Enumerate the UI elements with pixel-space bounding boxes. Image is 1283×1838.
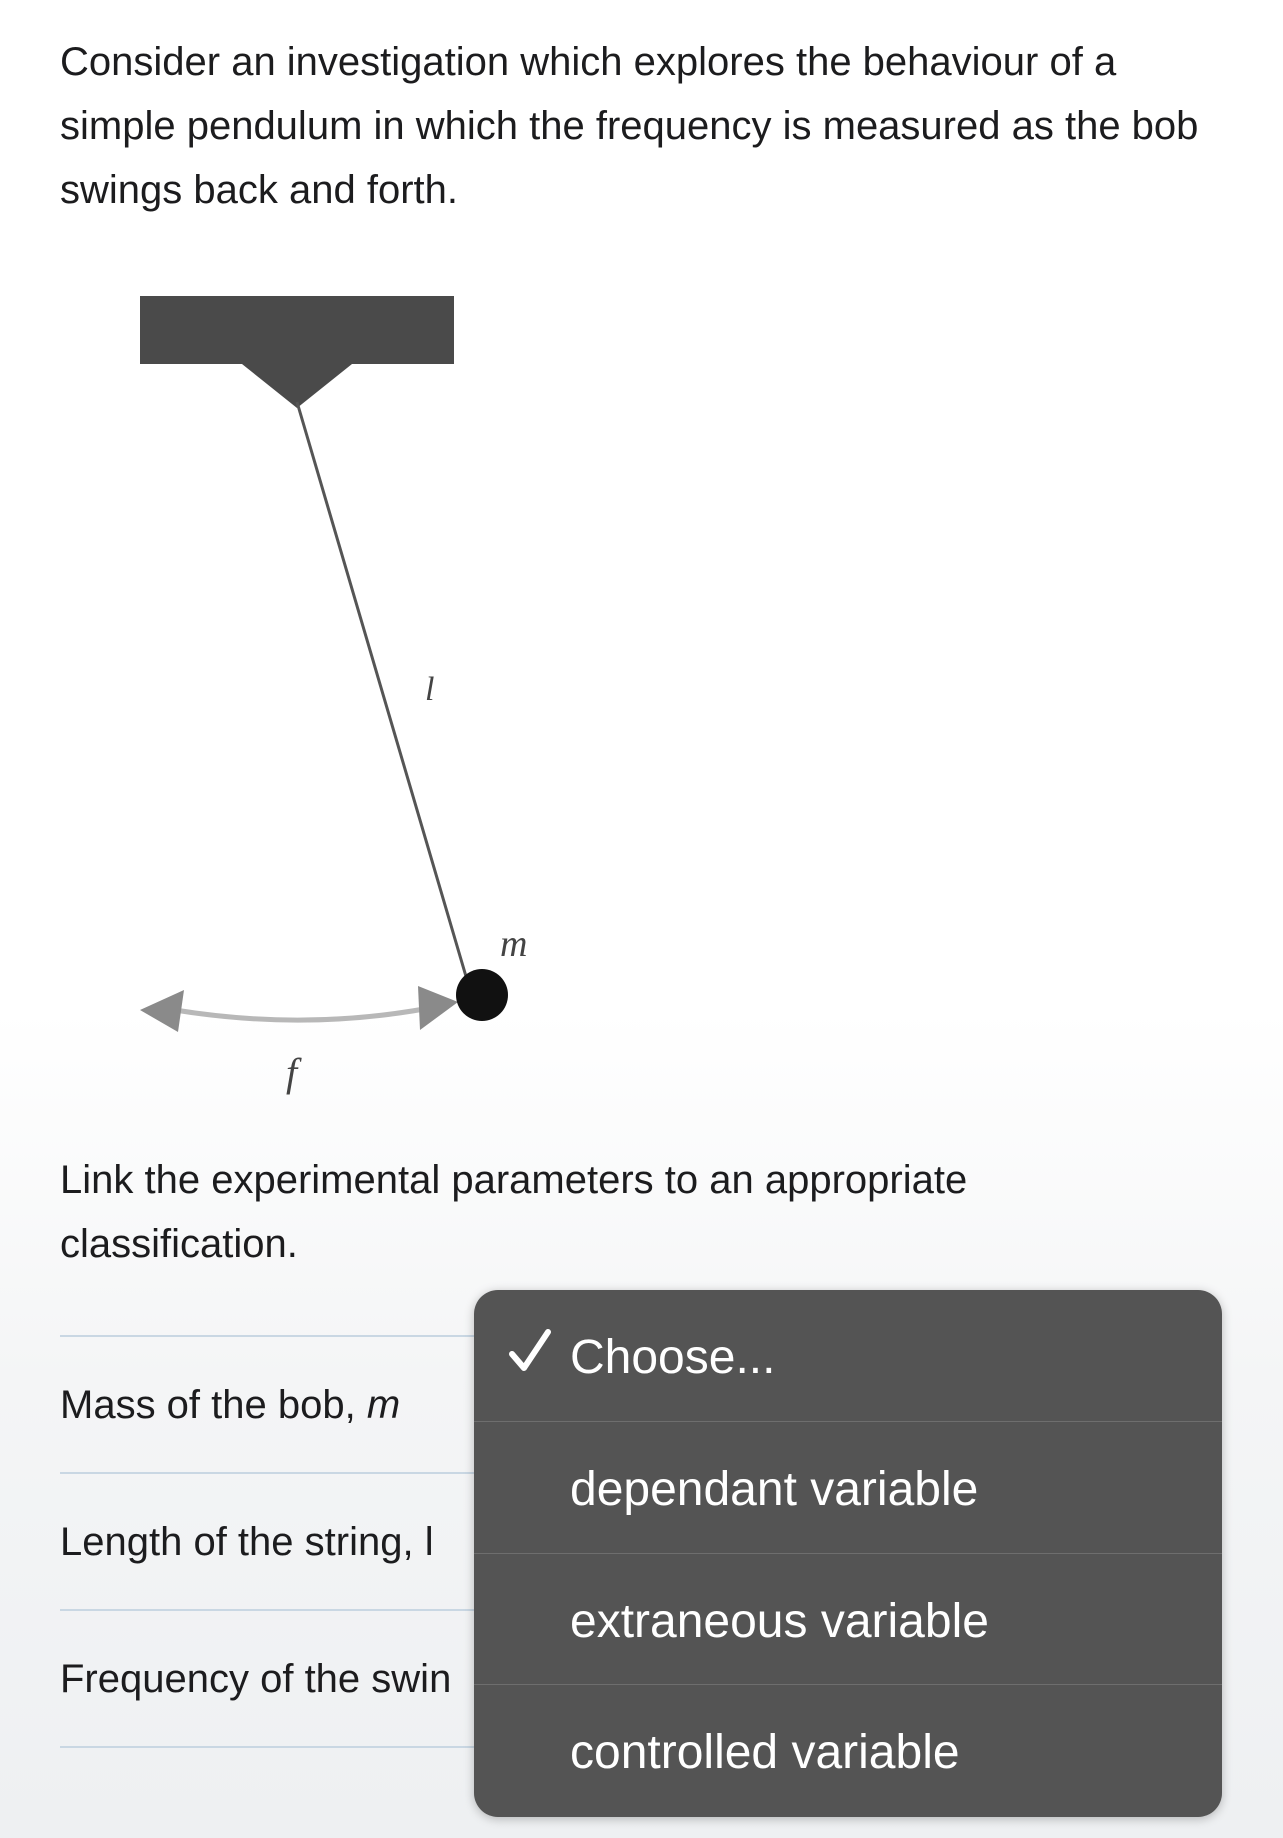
parameter-label-frequency: Frequency of the swin	[60, 1657, 452, 1701]
question-intro-text: Consider an investigation which explores…	[60, 40, 1199, 212]
parameter-list-bottom-divider	[60, 1746, 480, 1748]
dropdown-option-extraneous[interactable]: extraneous variable	[474, 1554, 1222, 1686]
classification-dropdown-menu[interactable]: Choose... dependant variable extraneous …	[474, 1290, 1222, 1817]
checkmark-icon	[509, 1329, 551, 1371]
parameter-list: Mass of the bob, m Length of the string,…	[60, 1335, 480, 1748]
swing-arc	[174, 1003, 441, 1023]
dropdown-option-label: controlled variable	[570, 1726, 960, 1780]
parameter-label-mass: Mass of the bob, m	[60, 1383, 401, 1427]
dropdown-option-label: dependant variable	[570, 1462, 979, 1516]
swing-arrow-left-icon	[140, 990, 184, 1032]
frequency-label: f	[286, 1050, 302, 1095]
parameter-label-length: Length of the string, l	[60, 1520, 434, 1564]
pendulum-pivot	[242, 364, 352, 408]
parameter-row-length: Length of the string, l	[60, 1472, 480, 1609]
pendulum-diagram: l m f	[140, 296, 527, 1095]
pendulum-support	[140, 296, 454, 364]
dropdown-option-choose[interactable]: Choose...	[474, 1290, 1222, 1422]
dropdown-option-label: extraneous variable	[570, 1594, 989, 1648]
pendulum-string	[295, 401, 472, 991]
pendulum-bob	[456, 969, 508, 1021]
swing-arrow-right-icon	[418, 986, 458, 1030]
instruction-text: Link the experimental parameters to an a…	[60, 1158, 968, 1266]
mass-label: m	[500, 923, 527, 965]
parameter-row-mass: Mass of the bob, m	[60, 1335, 480, 1472]
dropdown-option-controlled[interactable]: controlled variable	[474, 1685, 1222, 1817]
parameter-row-frequency: Frequency of the swin	[60, 1609, 480, 1746]
string-length-label: l	[425, 671, 434, 708]
dropdown-option-dependant[interactable]: dependant variable	[474, 1422, 1222, 1554]
dropdown-option-label: Choose...	[570, 1331, 776, 1384]
